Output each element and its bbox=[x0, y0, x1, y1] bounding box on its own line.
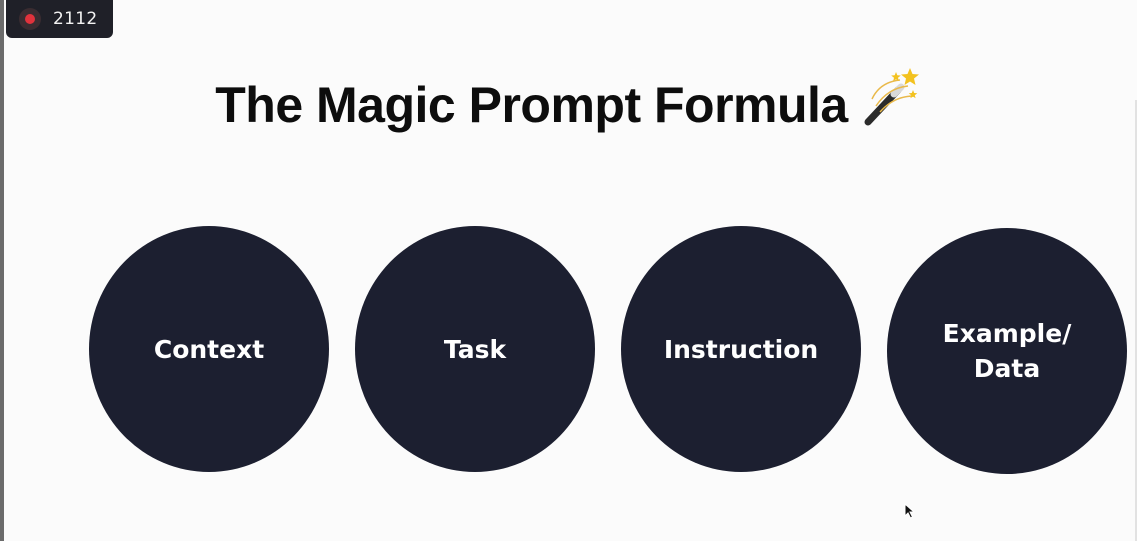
formula-circle-task: Task bbox=[355, 226, 595, 472]
circle-label: Task bbox=[443, 334, 507, 364]
circle-label: Example/ Data bbox=[942, 319, 1072, 383]
recording-count: 2112 bbox=[53, 9, 98, 29]
recording-dot bbox=[25, 14, 35, 24]
magic-wand-icon bbox=[858, 66, 922, 140]
formula-circle-instruction: Instruction bbox=[621, 226, 861, 472]
formula-circle-example-data: Example/ Data bbox=[887, 228, 1127, 474]
recording-badge[interactable]: 2112 bbox=[6, 0, 113, 38]
slide-title-row: The Magic Prompt Formula bbox=[0, 66, 1137, 140]
slide-title: The Magic Prompt Formula bbox=[215, 77, 848, 133]
formula-circle-context: Context bbox=[89, 226, 329, 472]
circle-label: Instruction bbox=[663, 334, 819, 364]
presentation-frame: 2112 The Magic Prompt Formula Context Ta… bbox=[0, 0, 1137, 541]
mouse-pointer-icon bbox=[904, 502, 916, 523]
circle-label: Context bbox=[153, 334, 265, 364]
recording-indicator-icon bbox=[19, 8, 41, 30]
